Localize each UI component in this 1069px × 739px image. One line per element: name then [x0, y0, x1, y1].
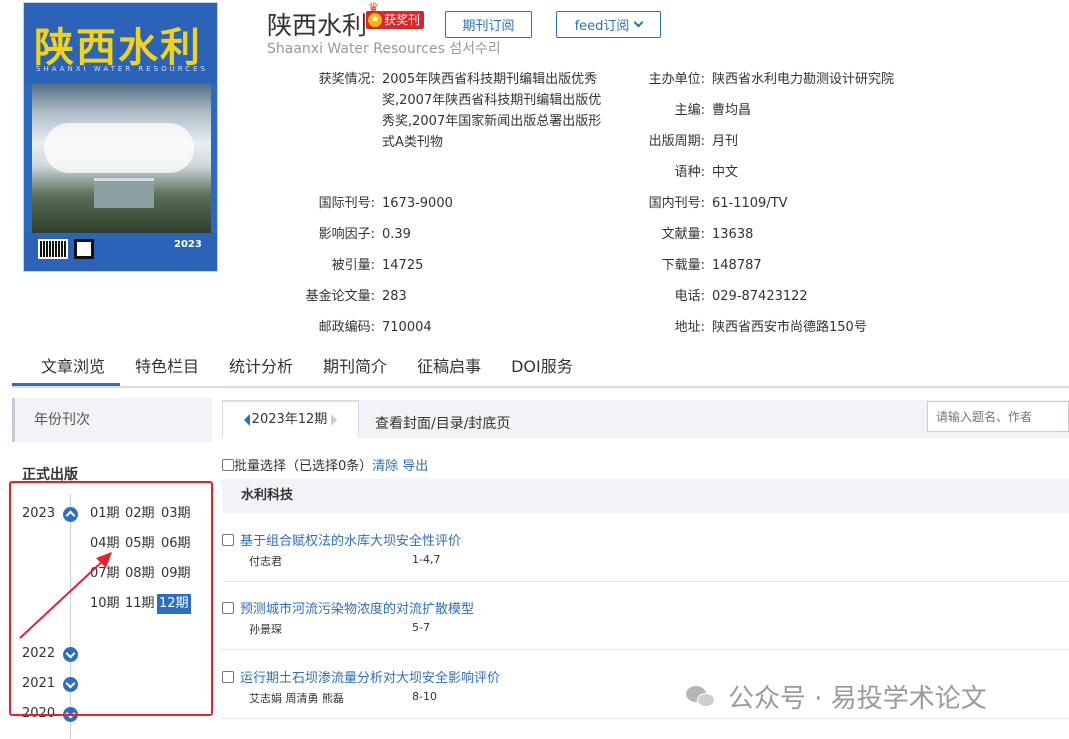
- info-label: 文献量:: [661, 227, 705, 242]
- cover-year: 2023: [174, 239, 202, 250]
- info-label: 国际刊号:: [318, 196, 375, 211]
- info-value-docs: 13638: [712, 227, 754, 242]
- tab-article-browse[interactable]: 文章浏览: [12, 352, 121, 386]
- info-value-awards: 2005年陕西省科技期刊编辑出版优秀奖,2007年陕西省科技期刊编辑出版优秀奖,…: [382, 72, 602, 150]
- next-issue-icon[interactable]: [331, 413, 338, 426]
- info-value-address: 陕西省西安市尚德路150号: [712, 320, 867, 335]
- star-icon: ★: [368, 13, 382, 27]
- info-label: 主办单位:: [648, 72, 705, 87]
- info-value-postcode: 710004: [382, 320, 432, 335]
- info-value-funded: 283: [382, 289, 407, 304]
- feed-subscribe-button[interactable]: feed订阅: [556, 11, 661, 38]
- article-checkbox[interactable]: [222, 671, 234, 683]
- info-value-language: 中文: [712, 165, 739, 180]
- info-label: 影响因子:: [318, 227, 375, 242]
- highlight-box: [9, 481, 213, 716]
- clear-link[interactable]: 清除: [372, 455, 398, 474]
- tab-call-for-papers[interactable]: 征稿启事: [402, 352, 496, 386]
- info-value-downloads: 148787: [712, 258, 762, 273]
- current-issue-tab[interactable]: 2023年12期: [222, 400, 359, 438]
- info-value-phone: 029-87423122: [712, 289, 808, 304]
- tab-journal-intro[interactable]: 期刊简介: [308, 352, 402, 386]
- tab-featured-columns[interactable]: 特色栏目: [120, 352, 214, 386]
- info-label: 语种:: [674, 165, 705, 180]
- info-label: 电话:: [674, 289, 705, 304]
- article-authors[interactable]: 艾志娟 周清勇 熊磊: [249, 690, 344, 706]
- article-checkbox[interactable]: [222, 534, 234, 546]
- main-tabs: 文章浏览 特色栏目 统计分析 期刊简介 征稿启事 DOI服务: [12, 352, 1069, 388]
- divider: [222, 649, 1069, 650]
- batch-select-checkbox[interactable]: [222, 458, 234, 471]
- info-value-sponsor: 陕西省水利电力勘测设计研究院: [712, 72, 895, 87]
- year-issue-header: 年份刊次: [12, 398, 212, 442]
- info-label: 国内刊号:: [648, 196, 705, 211]
- article-authors[interactable]: 付志君: [249, 553, 282, 569]
- qr-code-icon: [74, 239, 94, 259]
- info-label: 出版周期:: [648, 134, 705, 149]
- batch-select-label: 批量选择（已选择0条）: [234, 459, 373, 474]
- info-value-citations: 14725: [382, 258, 424, 273]
- feed-button-label: feed订阅: [574, 19, 630, 34]
- current-issue-label: 2023年12期: [251, 412, 328, 427]
- info-value-issn: 1673-9000: [382, 196, 453, 211]
- watermark-text: 公众号 · 易投学术论文: [728, 684, 987, 714]
- journal-english-title: Shaanxi Water Resources 섬서수리: [267, 41, 501, 57]
- info-value-impact: 0.39: [382, 227, 411, 242]
- watermark: 公众号 · 易投学术论文: [686, 678, 987, 715]
- article-pages: 5-7: [412, 621, 430, 634]
- info-value-frequency: 月刊: [712, 134, 739, 149]
- section-header: 水利科技: [222, 479, 1069, 513]
- info-label: 邮政编码:: [318, 320, 375, 335]
- tab-doi-service[interactable]: DOI服务: [496, 352, 588, 386]
- info-label: 获奖情况:: [318, 72, 375, 87]
- view-cover-link[interactable]: 查看封面/目录/封底页: [375, 413, 510, 433]
- info-label: 被引量:: [331, 258, 375, 273]
- info-label: 主编:: [674, 103, 705, 118]
- chevron-down-icon: [633, 17, 644, 28]
- batch-select-row: 批量选择（已选择0条） 清除 导出: [222, 455, 428, 474]
- info-value-cn: 61-1109/TV: [712, 196, 788, 211]
- divider: [222, 718, 1069, 719]
- divider: [222, 581, 1069, 582]
- info-value-editor: 曹均昌: [712, 103, 752, 118]
- article-title-link[interactable]: 运行期土石坝渗流量分析对大坝安全影响评价: [240, 667, 500, 686]
- info-label: 地址:: [674, 320, 705, 335]
- article-checkbox[interactable]: [222, 602, 234, 614]
- barcode-icon: [38, 239, 68, 259]
- subscribe-button[interactable]: 期刊订阅: [445, 11, 532, 38]
- journal-title: 陕西水利: [267, 11, 368, 40]
- cover-cloud: [44, 123, 194, 173]
- info-label: 下载量:: [661, 258, 705, 273]
- journal-cover[interactable]: 陕西水利 SHAANXI WATER RESOURCES 2023: [23, 2, 218, 272]
- wechat-icon: [686, 684, 716, 710]
- award-badge: ★ 获奖刊: [366, 11, 425, 29]
- prev-issue-icon[interactable]: [243, 413, 250, 426]
- tab-statistics[interactable]: 统计分析: [214, 352, 308, 386]
- award-badge-label: 获奖刊: [384, 13, 421, 27]
- article-title-link[interactable]: 基于组合赋权法的水库大坝安全性评价: [240, 530, 461, 549]
- export-link[interactable]: 导出: [402, 455, 428, 474]
- cover-dam: [94, 178, 154, 208]
- search-input[interactable]: [927, 401, 1069, 432]
- info-label: 基金论文量:: [305, 289, 375, 304]
- subscribe-button-label: 期刊订阅: [462, 19, 515, 34]
- article-pages: 1-4,7: [412, 553, 441, 566]
- article-pages: 8-10: [412, 690, 437, 703]
- article-title-link[interactable]: 预测城市河流污染物浓度的对流扩散模型: [240, 598, 474, 617]
- cover-subtitle: SHAANXI WATER RESOURCES: [36, 65, 209, 73]
- article-authors[interactable]: 孙景琛: [249, 621, 282, 637]
